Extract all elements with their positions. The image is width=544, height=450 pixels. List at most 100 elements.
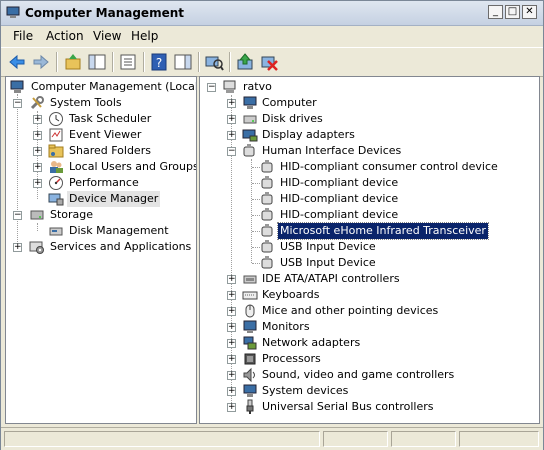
hid-device-icon (261, 256, 273, 269)
action-pane-icon[interactable] (173, 52, 193, 72)
menu-file[interactable]: File (13, 29, 33, 43)
back-icon[interactable] (7, 52, 27, 72)
device-node-processors[interactable]: + Processors (200, 351, 539, 367)
close-button[interactable]: ✕ (522, 5, 537, 19)
tree-label: Shared Folders (69, 144, 151, 157)
expand-toggle[interactable]: + (33, 163, 42, 172)
device-node-network[interactable]: + Network adapters (200, 335, 539, 351)
device-node-keyboards[interactable]: + Keyboards (200, 287, 539, 303)
collapse-toggle[interactable]: − (207, 83, 216, 92)
network-adapter-icon (243, 336, 257, 350)
device-node-hid-child[interactable]: HID-compliant consumer control device (200, 159, 539, 175)
scan-hardware-icon[interactable] (204, 52, 224, 72)
collapse-toggle[interactable]: − (13, 211, 22, 220)
expand-toggle[interactable]: + (227, 115, 236, 124)
device-node-hid[interactable]: − Human Interface Devices (200, 143, 539, 159)
expand-toggle[interactable]: + (227, 403, 236, 412)
device-tree-pane[interactable]: − ratvo + Computer + Disk drives + Displ… (199, 76, 540, 424)
status-pane-2 (323, 431, 388, 447)
tree-node-shared-folders[interactable]: + Shared Folders (6, 143, 196, 159)
help-icon[interactable]: ? (149, 52, 169, 72)
maximize-button[interactable]: □ (505, 5, 520, 19)
menu-action[interactable]: Action (46, 29, 84, 43)
device-label: HID-compliant consumer control device (280, 160, 498, 173)
tree-node-storage[interactable]: − Storage (6, 207, 196, 223)
services-icon (29, 241, 44, 254)
tree-node-computer-management[interactable]: Computer Management (Local) (6, 79, 196, 95)
mouse-icon (245, 304, 255, 318)
hid-icon (243, 144, 255, 157)
device-label: HID-compliant device (280, 192, 399, 205)
collapse-toggle[interactable]: − (227, 147, 236, 156)
expand-toggle[interactable]: + (33, 131, 42, 140)
tree-node-task-scheduler[interactable]: + Task Scheduler (6, 111, 196, 127)
device-node-ide[interactable]: + IDE ATA/ATAPI controllers (200, 271, 539, 287)
toolbar-separator (229, 52, 231, 72)
expand-toggle[interactable]: + (227, 323, 236, 332)
device-node-hid-child[interactable]: HID-compliant device (200, 175, 539, 191)
show-hide-tree-icon[interactable] (87, 52, 107, 72)
tree-label: Task Scheduler (69, 112, 152, 125)
menu-help[interactable]: Help (131, 29, 158, 43)
expand-toggle[interactable]: + (227, 99, 236, 108)
device-label: Sound, video and game controllers (262, 368, 455, 381)
tree-node-disk-management[interactable]: Disk Management (6, 223, 196, 239)
expand-toggle[interactable]: + (13, 243, 22, 252)
device-node-hid-child[interactable]: USB Input Device (200, 255, 539, 271)
expand-toggle[interactable]: + (33, 115, 42, 124)
device-node-hid-child[interactable]: HID-compliant device (200, 191, 539, 207)
device-node-ehome-transceiver[interactable]: Microsoft eHome Infrared Transceiver (200, 222, 539, 240)
device-node-computer[interactable]: + Computer (200, 95, 539, 111)
hid-device-icon (261, 176, 273, 189)
tree-node-services-applications[interactable]: + Services and Applications (6, 239, 196, 255)
hid-device-icon (261, 224, 273, 237)
device-label: Keyboards (262, 288, 320, 301)
forward-icon[interactable] (31, 52, 51, 72)
status-pane-3 (391, 431, 456, 447)
toolbar: ? (1, 47, 543, 77)
menu-view[interactable]: View (93, 29, 121, 43)
tree-node-device-manager[interactable]: Device Manager (6, 191, 196, 207)
tree-node-performance[interactable]: + Performance (6, 175, 196, 191)
device-node-usb[interactable]: + Universal Serial Bus controllers (200, 399, 539, 415)
status-bar (1, 427, 543, 450)
expand-toggle[interactable]: + (33, 179, 42, 188)
device-node-disk-drives[interactable]: + Disk drives (200, 111, 539, 127)
tree-label: Event Viewer (69, 128, 142, 141)
device-node-mice[interactable]: + Mice and other pointing devices (200, 303, 539, 319)
device-node-hid-child[interactable]: HID-compliant device (200, 207, 539, 223)
expand-toggle[interactable]: + (227, 371, 236, 380)
expand-toggle[interactable]: + (227, 355, 236, 364)
device-label: Processors (262, 352, 321, 365)
tree-label: Services and Applications (50, 240, 192, 253)
device-node-monitors[interactable]: + Monitors (200, 319, 539, 335)
update-driver-icon[interactable] (235, 52, 255, 72)
device-node-display-adapters[interactable]: + Display adapters (200, 127, 539, 143)
tree-node-local-users-groups[interactable]: + Local Users and Groups (6, 159, 196, 175)
left-tree-pane[interactable]: Computer Management (Local) − System Too… (5, 76, 197, 424)
tree-label: System Tools (50, 96, 122, 109)
expand-toggle[interactable]: + (227, 291, 236, 300)
device-node-hid-child[interactable]: USB Input Device (200, 239, 539, 255)
tree-node-system-tools[interactable]: − System Tools (6, 95, 196, 111)
device-node-root[interactable]: − ratvo (200, 79, 539, 95)
properties-icon[interactable] (118, 52, 138, 72)
up-icon[interactable] (63, 52, 83, 72)
device-node-sound[interactable]: + Sound, video and game controllers (200, 367, 539, 383)
minimize-button[interactable]: _ (488, 5, 503, 19)
device-label: HID-compliant device (280, 176, 399, 189)
collapse-toggle[interactable]: − (13, 99, 22, 108)
toolbar-separator (112, 52, 114, 72)
expand-toggle[interactable]: + (227, 339, 236, 348)
expand-toggle[interactable]: + (227, 275, 236, 284)
tree-node-event-viewer[interactable]: + Event Viewer (6, 127, 196, 143)
expand-toggle[interactable]: + (227, 131, 236, 140)
device-label: Monitors (262, 320, 310, 333)
expand-toggle[interactable]: + (227, 307, 236, 316)
device-node-system-devices[interactable]: + System devices (200, 383, 539, 399)
title-bar[interactable]: Computer Management _ □ ✕ (1, 1, 543, 26)
expand-toggle[interactable]: + (33, 147, 42, 156)
expand-toggle[interactable]: + (227, 387, 236, 396)
uninstall-icon[interactable] (259, 52, 279, 72)
tree-label: Computer Management (Local) (31, 80, 197, 93)
